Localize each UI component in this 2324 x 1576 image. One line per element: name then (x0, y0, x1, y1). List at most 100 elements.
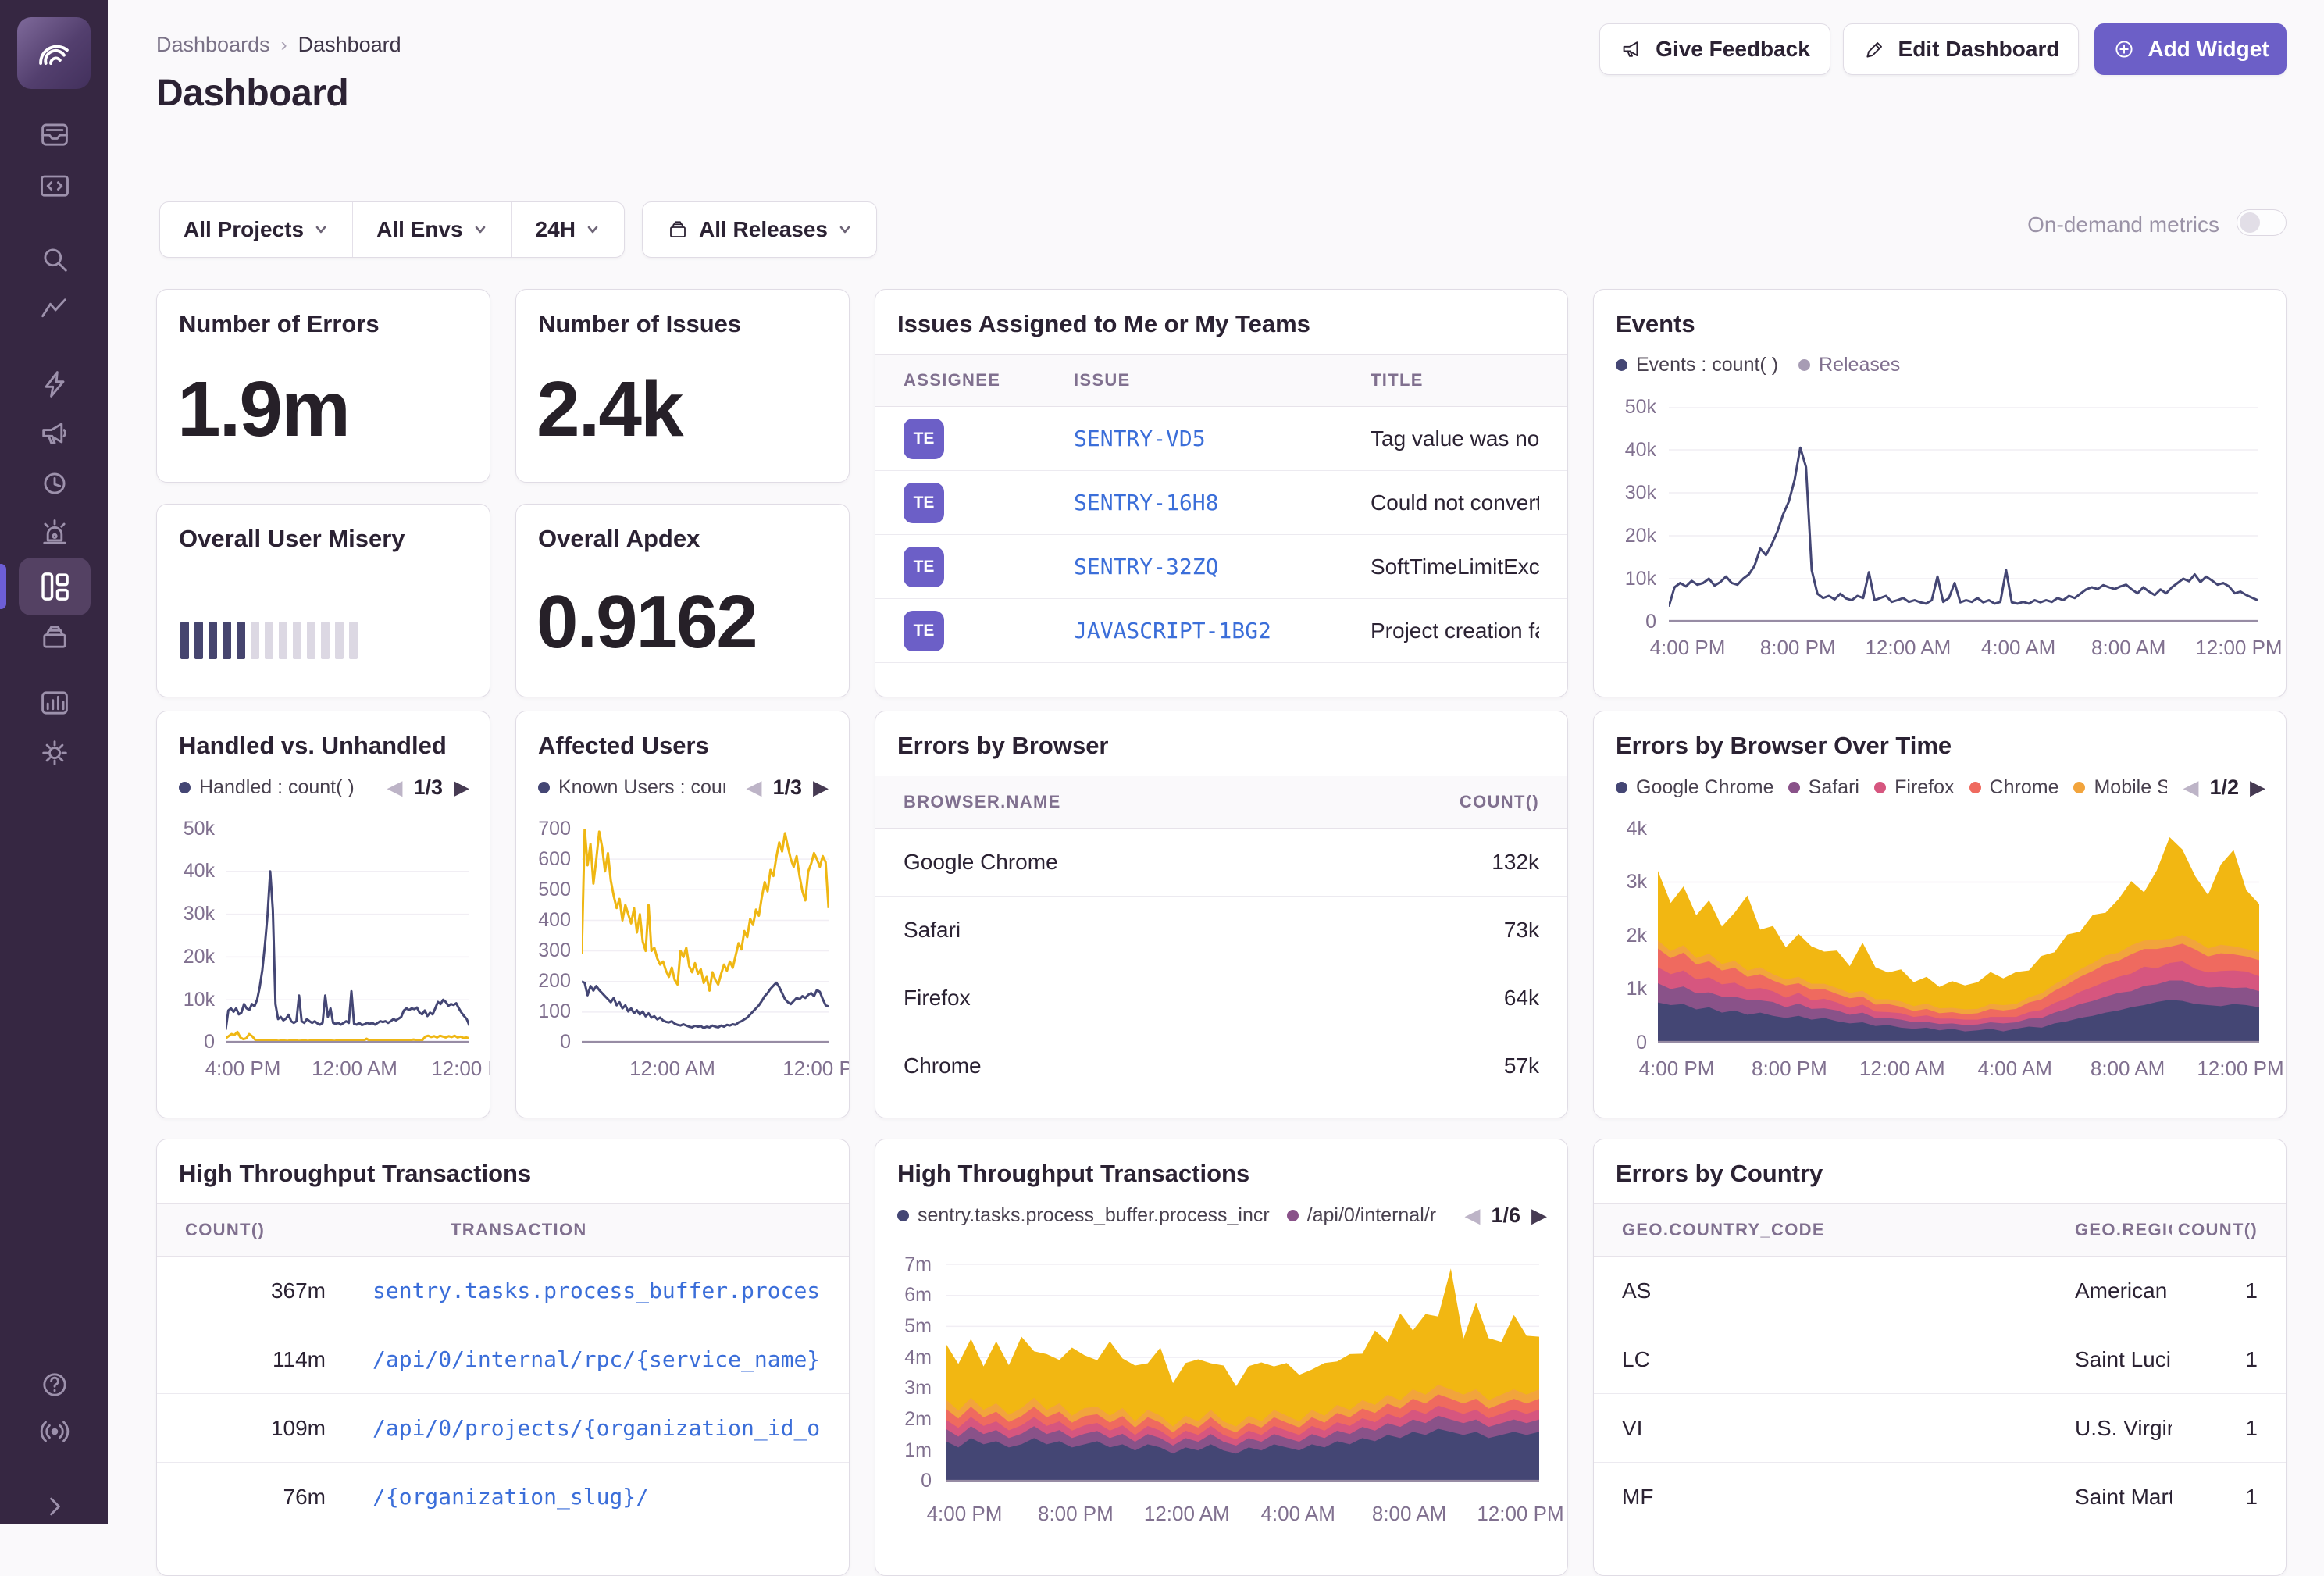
pager-next-icon[interactable]: ▶ (454, 776, 469, 800)
table-row[interactable]: TE JAVASCRIPT-1BG2 Project creation fail… (875, 599, 1567, 663)
issue-link[interactable]: JAVASCRIPT-1BG2 (1074, 618, 1371, 644)
pager-prev-icon[interactable]: ◀ (1464, 1203, 1480, 1228)
widget-number-of-issues[interactable]: Number of Issues 2.4k (515, 289, 850, 483)
issues-count-value: 2.4k (536, 365, 683, 455)
widget-events-chart[interactable]: Events Events : count( ) Releases 50k40k… (1593, 289, 2287, 697)
legend-item[interactable]: Events : count( ) (1616, 354, 1778, 376)
transaction-count: 76m (185, 1485, 372, 1510)
widget-errors-by-browser-over-time[interactable]: Errors by Browser Over Time Google Chrom… (1593, 711, 2287, 1118)
whats-new-broadcast-icon[interactable] (37, 1414, 73, 1449)
give-feedback-button[interactable]: Give Feedback (1599, 23, 1830, 75)
pager-next-icon[interactable]: ▶ (813, 776, 829, 800)
transaction-link[interactable]: /{organization_slug}/ (372, 1484, 821, 1510)
table-row[interactable]: LC Saint Lucia 1 (1594, 1325, 2286, 1394)
legend-item[interactable]: /api/0/internal/r (1287, 1204, 1436, 1227)
settings-gear-icon[interactable] (37, 735, 73, 771)
widget-high-throughput-chart[interactable]: High Throughput Transactions sentry.task… (875, 1139, 1568, 1576)
widget-handled-vs-unhandled[interactable]: Handled vs. Unhandled Handled : count( )… (156, 711, 490, 1118)
table-row[interactable]: MF Saint Martin 1 (1594, 1463, 2286, 1531)
projects-icon[interactable] (37, 167, 73, 203)
table-row[interactable]: TE SENTRY-VD5 Tag value was not a strin (875, 407, 1567, 471)
lightning-icon[interactable] (37, 366, 73, 402)
issue-link[interactable]: SENTRY-VD5 (1074, 426, 1371, 451)
stats-icon[interactable] (37, 685, 73, 721)
sentry-logo[interactable] (17, 17, 91, 89)
legend-item[interactable]: Firefox (1874, 776, 1953, 799)
widget-errors-by-country[interactable]: Errors by Country GEO.COUNTRY_CODE GEO.R… (1593, 1139, 2287, 1576)
legend-item[interactable]: Handled : count( ) (179, 776, 355, 799)
legend-label: Handled : count( ) (199, 776, 355, 799)
project-filter-label: All Projects (184, 217, 304, 242)
legend-item[interactable]: Google Chrome (1616, 776, 1773, 799)
search-icon[interactable] (37, 241, 73, 277)
environment-filter[interactable]: All Envs (352, 202, 511, 257)
toggle-knob (2240, 212, 2260, 233)
dashboards-icon[interactable] (19, 558, 91, 615)
table-row[interactable]: VI U.S. Virgin Islands 1 (1594, 1394, 2286, 1463)
assignee-avatar[interactable]: TE (904, 419, 944, 459)
browser-count: 132k (1430, 850, 1539, 875)
breadcrumb-dashboards-link[interactable]: Dashboards (156, 33, 270, 57)
chart-legend: Handled : count( ) ◀ 1/3 ▶ (179, 776, 469, 800)
pager-next-icon[interactable]: ▶ (1531, 1203, 1547, 1228)
table-row[interactable]: 76m /{organization_slug}/ (157, 1463, 849, 1531)
legend-item[interactable]: Releases (1798, 354, 1900, 376)
widget-title: Overall User Misery (179, 525, 405, 553)
project-filter[interactable]: All Projects (160, 202, 352, 257)
issue-link[interactable]: SENTRY-16H8 (1074, 490, 1371, 515)
assignee-avatar[interactable]: TE (904, 611, 944, 651)
legend-item[interactable]: Known Users : cour (538, 776, 725, 799)
legend-label: Safari (1809, 776, 1859, 799)
widget-overall-user-misery[interactable]: Overall User Misery (156, 504, 490, 697)
legend-item[interactable]: Chrome (1969, 776, 2058, 799)
table-row[interactable]: 109m /api/0/projects/{organization_id_or… (157, 1394, 849, 1463)
pager-next-icon[interactable]: ▶ (2250, 776, 2265, 800)
table-row[interactable]: TE SENTRY-32ZQ SoftTimeLimitExceeded (875, 535, 1567, 599)
widget-title: Errors by Browser Over Time (1616, 732, 1952, 760)
feedback-megaphone-icon[interactable] (37, 415, 73, 451)
collapse-sidebar-chevron-icon[interactable] (37, 1489, 73, 1524)
pager-prev-icon[interactable]: ◀ (387, 776, 402, 800)
table-row[interactable]: Firefox 64k (875, 964, 1567, 1032)
releases-icon[interactable] (37, 619, 73, 654)
widget-high-throughput-table[interactable]: High Throughput Transactions COUNT() TRA… (156, 1139, 850, 1576)
replays-icon[interactable] (37, 465, 73, 501)
add-widget-button[interactable]: Add Widget (2094, 23, 2287, 75)
widget-errors-by-browser[interactable]: Errors by Browser BROWSER.NAME COUNT() G… (875, 711, 1568, 1118)
legend-item[interactable]: sentry.tasks.process_buffer.process_incr (897, 1204, 1270, 1227)
widget-number-of-errors[interactable]: Number of Errors 1.9m (156, 289, 490, 483)
issue-link[interactable]: SENTRY-32ZQ (1074, 554, 1371, 579)
date-range-filter[interactable]: 24H (511, 202, 624, 257)
releases-filter[interactable]: All Releases (643, 202, 876, 257)
performance-icon[interactable] (37, 292, 73, 328)
col-transaction: TRANSACTION (451, 1220, 587, 1240)
alerts-siren-icon[interactable] (37, 515, 73, 551)
table-row[interactable]: Safari 73k (875, 897, 1567, 964)
table-row[interactable]: Mobile Safari 33k (875, 1100, 1567, 1118)
legend-item[interactable]: Safari (1788, 776, 1859, 799)
ondemand-metrics-toggle[interactable] (2237, 209, 2287, 236)
col-count: COUNT() (2172, 1220, 2258, 1240)
table-row[interactable]: AS American Samoa 1 (1594, 1257, 2286, 1325)
table-row[interactable]: 114m /api/0/internal/rpc/{service_name}/… (157, 1325, 849, 1394)
table-row[interactable]: Google Chrome 132k (875, 829, 1567, 897)
assignee-avatar[interactable]: TE (904, 547, 944, 587)
widget-overall-apdex[interactable]: Overall Apdex 0.9162 (515, 504, 850, 697)
edit-dashboard-button[interactable]: Edit Dashboard (1843, 23, 2079, 75)
legend-item[interactable]: Mobile S (2073, 776, 2167, 799)
transaction-link[interactable]: sentry.tasks.process_buffer.process_incr (372, 1278, 821, 1303)
table-row[interactable]: Chrome 57k (875, 1032, 1567, 1100)
table-row[interactable]: 367m sentry.tasks.process_buffer.process… (157, 1257, 849, 1325)
pager-prev-icon[interactable]: ◀ (2183, 776, 2198, 800)
breadcrumb: Dashboards › Dashboard (156, 33, 401, 57)
help-icon[interactable] (37, 1367, 73, 1403)
issues-icon[interactable] (37, 116, 73, 152)
transaction-link[interactable]: /api/0/internal/rpc/{service_name}/{meth… (372, 1346, 821, 1372)
widget-title: Handled vs. Unhandled (179, 732, 447, 760)
assignee-avatar[interactable]: TE (904, 483, 944, 523)
transaction-link[interactable]: /api/0/projects/{organization_id_or_slug… (372, 1415, 821, 1441)
table-row[interactable]: TE SENTRY-16H8 Could not convert query (875, 471, 1567, 535)
pager-prev-icon[interactable]: ◀ (746, 776, 761, 800)
widget-affected-users[interactable]: Affected Users Known Users : cour ◀ 1/3 … (515, 711, 850, 1118)
widget-issues-assigned[interactable]: Issues Assigned to Me or My Teams ASSIGN… (875, 289, 1568, 697)
